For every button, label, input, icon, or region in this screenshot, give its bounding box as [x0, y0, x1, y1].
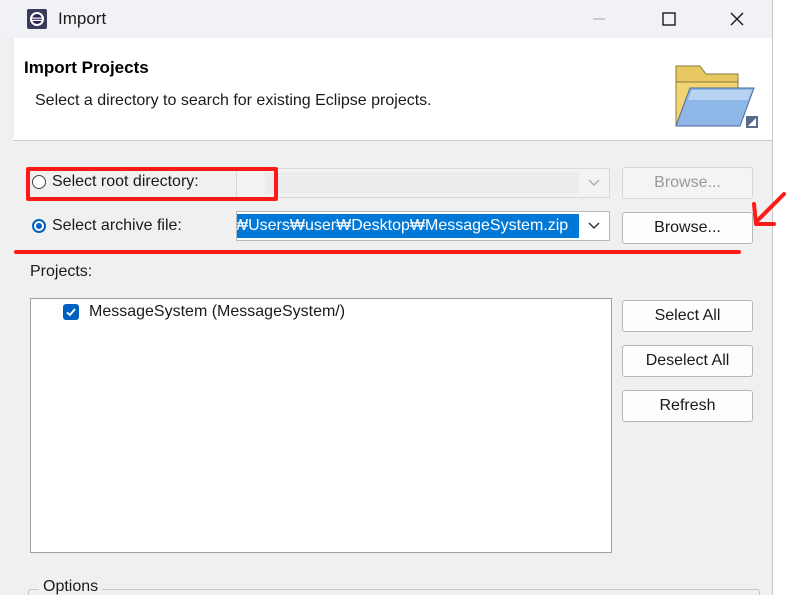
wizard-banner: Import Projects Select a directory to se…: [14, 38, 772, 141]
root-directory-option[interactable]: Select root directory:: [32, 173, 199, 191]
root-directory-combo[interactable]: [236, 168, 610, 198]
root-browse-button[interactable]: Browse...: [622, 167, 753, 199]
title-bar: Import: [0, 0, 772, 38]
minimize-button[interactable]: [570, 0, 628, 38]
checkmark-icon: [66, 308, 76, 317]
options-group: Options: [28, 578, 760, 595]
archive-file-option[interactable]: Select archive file:: [32, 217, 182, 235]
maximize-icon: [662, 12, 676, 26]
maximize-button[interactable]: [640, 0, 698, 38]
root-directory-radio[interactable]: [32, 175, 46, 189]
projects-label: Projects:: [30, 263, 93, 280]
archive-browse-button[interactable]: Browse...: [622, 212, 753, 244]
close-icon: [730, 12, 744, 26]
options-label: Options: [39, 578, 103, 595]
archive-file-combo[interactable]: ₩Users₩user₩Desktop₩MessageSystem.zip: [236, 211, 610, 241]
wizard-content: Select root directory: Browse... Select …: [14, 141, 772, 595]
archive-file-radio[interactable]: [32, 219, 46, 233]
project-checkbox[interactable]: [63, 304, 79, 320]
project-name: MessageSystem (MessageSystem/): [89, 303, 346, 320]
eclipse-app-icon: [27, 9, 47, 29]
close-button[interactable]: [708, 0, 766, 38]
archive-file-path[interactable]: ₩Users₩user₩Desktop₩MessageSystem.zip: [237, 214, 579, 238]
chevron-down-icon: [588, 222, 600, 230]
page-title: Import Projects: [24, 58, 149, 77]
archive-file-label: Select archive file:: [52, 217, 182, 234]
root-directory-label: Select root directory:: [52, 173, 199, 190]
select-all-button[interactable]: Select All: [622, 300, 753, 332]
import-dialog: Import Import Projects Select a director…: [0, 0, 773, 595]
deselect-all-button[interactable]: Deselect All: [622, 345, 753, 377]
folder-import-icon: [675, 65, 758, 128]
page-description: Select a directory to search for existin…: [35, 92, 432, 109]
projects-list[interactable]: MessageSystem (MessageSystem/): [30, 298, 612, 553]
minimize-icon: [593, 18, 605, 20]
chevron-down-icon: [588, 179, 600, 187]
refresh-button[interactable]: Refresh: [622, 390, 753, 422]
list-item[interactable]: MessageSystem (MessageSystem/): [63, 303, 345, 321]
window-title: Import: [58, 9, 107, 28]
